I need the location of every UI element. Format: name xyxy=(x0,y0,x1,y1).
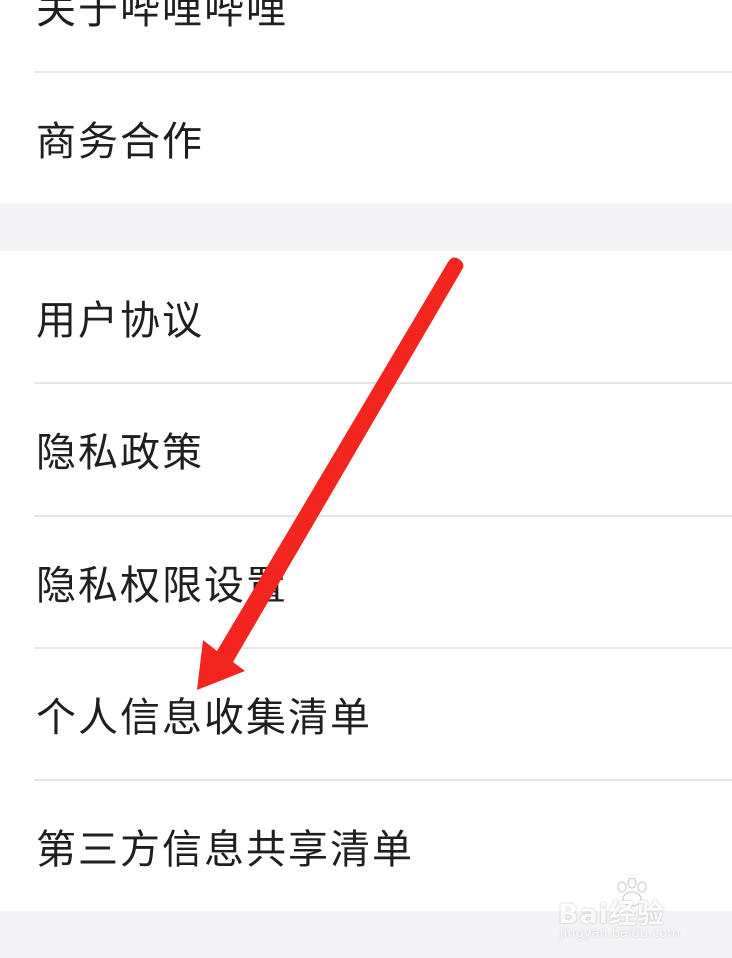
settings-page: 关于哔哩哔哩 商务合作 用户协议 隐私政策 隐私权限设置 个人信息收集清单 第三… xyxy=(0,0,732,958)
menu-group-about: 关于哔哩哔哩 商务合作 xyxy=(0,0,732,203)
watermark-url: jingyan.baidu.com xyxy=(560,926,680,941)
menu-item-label: 个人信息收集清单 xyxy=(36,695,372,741)
menu-item-label: 隐私权限设置 xyxy=(36,563,288,609)
menu-item-personal-info-collection-list[interactable]: 个人信息收集清单 xyxy=(0,648,732,780)
menu-item-label: 商务合作 xyxy=(36,119,204,165)
menu-item-about-bilibili[interactable]: 关于哔哩哔哩 xyxy=(0,0,732,72)
watermark: Bai经验 jingyan.baidu.com xyxy=(558,878,708,948)
menu-item-label: 隐私政策 xyxy=(36,430,204,476)
menu-item-privacy-policy[interactable]: 隐私政策 xyxy=(0,383,732,515)
menu-item-label: 第三方信息共享清单 xyxy=(36,827,414,873)
menu-item-label: 用户协议 xyxy=(36,298,204,344)
menu-item-privacy-permission-settings[interactable]: 隐私权限设置 xyxy=(0,516,732,648)
menu-item-user-agreement[interactable]: 用户协议 xyxy=(0,251,732,383)
menu-group-legal: 用户协议 隐私政策 隐私权限设置 个人信息收集清单 第三方信息共享清单 xyxy=(0,251,732,911)
menu-item-business-cooperation[interactable]: 商务合作 xyxy=(0,72,732,204)
menu-item-label: 关于哔哩哔哩 xyxy=(36,0,288,33)
